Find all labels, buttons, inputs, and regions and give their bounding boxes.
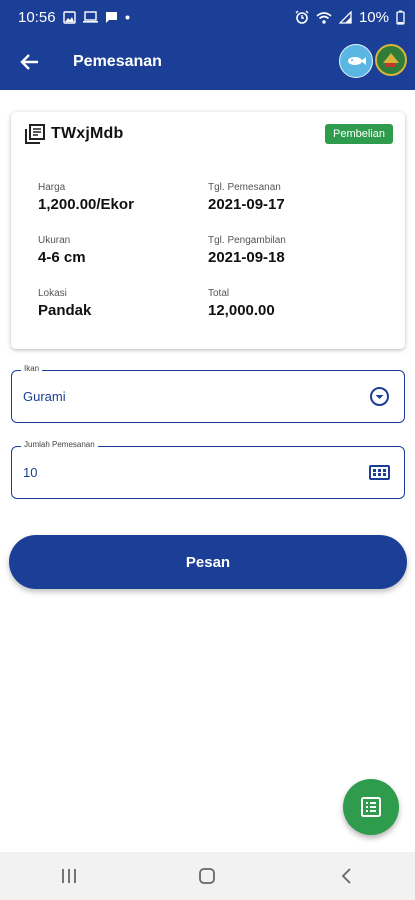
- list-icon: [361, 797, 381, 817]
- tgl-pemesanan-label: Tgl. Pemesanan: [208, 182, 281, 193]
- harga-value: 1,200.00/Ekor: [38, 196, 134, 213]
- ukuran-label: Ukuran: [38, 235, 71, 246]
- status-left: 10:56: [18, 9, 130, 26]
- recent-apps-button[interactable]: [39, 856, 99, 896]
- home-button[interactable]: [177, 856, 237, 896]
- ukuran-value: 4-6 cm: [38, 249, 86, 266]
- status-right: 10%: [295, 9, 405, 26]
- back-button[interactable]: [0, 34, 58, 90]
- jumlah-pemesanan-field[interactable]: Jumlah Pemesanan 10: [11, 440, 405, 499]
- logos: [339, 44, 407, 78]
- tgl-pengambilan-value: 2021-09-18: [208, 249, 285, 266]
- signal-icon: [338, 10, 352, 24]
- status-badge: Pembelian: [325, 124, 393, 144]
- harga-label: Harga: [38, 182, 66, 193]
- recent-apps-icon: [62, 869, 77, 883]
- chevron-left-icon: [341, 868, 351, 884]
- battery-percent: 10%: [358, 8, 389, 26]
- field-lokasi: Lokasi Pandak: [38, 288, 91, 319]
- field-tgl-pemesanan: Tgl. Pemesanan 2021-09-17: [208, 182, 285, 213]
- message-icon: [105, 11, 118, 24]
- laptop-icon: [82, 11, 98, 23]
- tgl-pemesanan-value: 2021-09-17: [208, 196, 285, 213]
- status-time: 10:56: [18, 8, 56, 26]
- tgl-pengambilan-label: Tgl. Pengambilan: [208, 235, 286, 246]
- lokasi-label: Lokasi: [38, 288, 67, 299]
- app-bar: Pemesanan: [0, 34, 415, 90]
- order-header: TWxjMdb: [25, 124, 124, 144]
- field-tgl-pengambilan: Tgl. Pengambilan 2021-09-18: [208, 235, 286, 266]
- home-icon: [199, 868, 216, 884]
- field-ukuran: Ukuran 4-6 cm: [38, 235, 86, 266]
- fish-logo: [339, 44, 373, 78]
- ikan-value: Gurami: [23, 389, 66, 404]
- battery-icon: [396, 10, 405, 25]
- dialpad-icon: [369, 465, 390, 480]
- library-books-icon: [25, 124, 45, 144]
- chevron-down-circle-icon[interactable]: [369, 386, 390, 407]
- pesan-button[interactable]: Pesan: [9, 535, 407, 589]
- lokasi-value: Pandak: [38, 302, 92, 319]
- arrow-left-icon: [20, 54, 38, 70]
- page-title: Pemesanan: [73, 53, 162, 70]
- status-bar: 10:56 10%: [0, 0, 415, 34]
- ikan-select[interactable]: Ikan Gurami: [11, 364, 405, 423]
- order-list-fab[interactable]: [343, 779, 399, 835]
- total-value: 12,000.00: [208, 302, 275, 319]
- order-code: TWxjMdb: [51, 125, 124, 142]
- gallery-icon: [62, 10, 76, 24]
- jumlah-value[interactable]: 10: [23, 447, 37, 498]
- order-card: TWxjMdb Pembelian Harga 1,200.00/Ekor Tg…: [11, 112, 405, 349]
- total-label: Total: [208, 288, 230, 299]
- field-harga: Harga 1,200.00/Ekor: [38, 182, 134, 213]
- alarm-icon: [295, 10, 309, 24]
- wifi-icon: [316, 11, 332, 24]
- dot-icon: [125, 15, 130, 20]
- back-nav-button[interactable]: [316, 856, 376, 896]
- field-total: Total 12,000.00: [208, 288, 275, 319]
- regency-emblem-logo: [375, 44, 407, 76]
- system-nav-bar: [0, 852, 415, 900]
